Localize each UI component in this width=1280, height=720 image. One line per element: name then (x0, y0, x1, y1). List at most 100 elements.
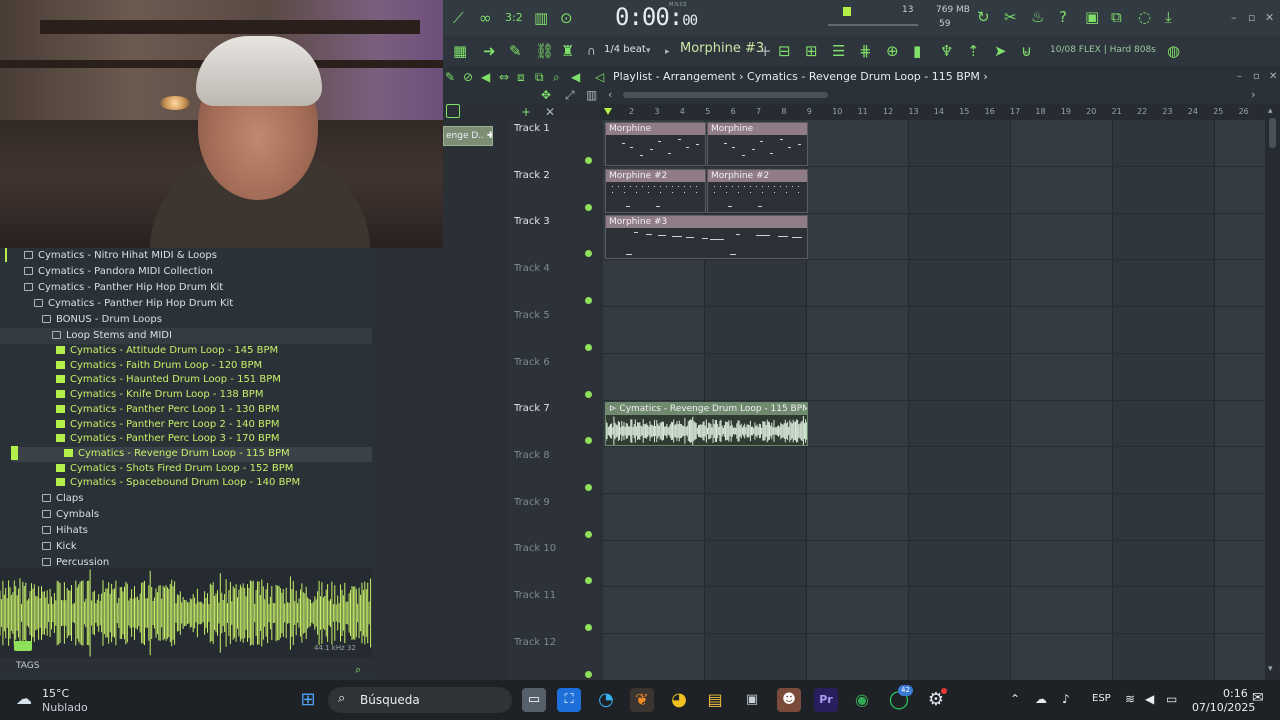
online-icon[interactable]: ◍ (1167, 42, 1180, 60)
track-mute-led[interactable] (585, 343, 592, 351)
browser-file-item[interactable]: Cymatics - Haunted Drum Loop - 151 BPM (0, 373, 372, 388)
browser-file-item[interactable]: Cymatics - Revenge Drum Loop - 115 BPM (12, 446, 372, 462)
touch-keyboard-icon[interactable]: ⇡ (967, 42, 980, 60)
edge-icon[interactable]: ◔ (594, 688, 618, 712)
blend-notes-icon[interactable]: ▥ (534, 9, 548, 27)
avatar-app-icon[interactable]: ☻ (777, 688, 801, 712)
playlist-icon[interactable]: ☰ (832, 42, 845, 60)
sample-preview[interactable]: 44.1 kHz 32 (0, 568, 372, 658)
track-mute-led[interactable] (585, 437, 592, 445)
track-name[interactable]: Track 3 (514, 216, 550, 227)
track-mute-led[interactable] (585, 624, 592, 631)
chat-icon[interactable]: ◌ (1138, 8, 1151, 26)
volume-icon[interactable]: ◀ (1145, 692, 1154, 706)
chevron-down-icon[interactable]: ▾ (646, 42, 651, 60)
plugin-picker-icon[interactable]: ♆ (940, 42, 953, 60)
browser-folder-item[interactable]: Cymatics - Nitro Hihat MIDI & Loops (0, 248, 372, 264)
mic-icon[interactable]: ♪ (1062, 692, 1070, 706)
browser-file-item[interactable]: Cymatics - Knife Drum Loop - 138 BPM (0, 388, 372, 403)
tags-label[interactable]: TAGS (16, 661, 39, 671)
preview-play-icon[interactable] (14, 641, 32, 651)
cloud-sync-icon[interactable]: ☁ (1035, 692, 1047, 706)
chevron-up-icon[interactable]: ⌃ (1010, 692, 1020, 706)
timeline-ruler[interactable]: 2 3 4 5 6 7 8 9 10 11 12 13 14 15 16 17 18 19 20 21 22 23 24 25… (600, 104, 1265, 120)
track-name[interactable]: Track 4 (514, 263, 550, 274)
track-name[interactable]: Track 2 (514, 170, 550, 181)
step-edit-icon[interactable]: ⊙ (560, 9, 573, 27)
paint-tool-icon[interactable]: ✎ (445, 68, 455, 86)
language-indicator[interactable]: ESP (1092, 693, 1111, 704)
slice-tool-icon[interactable]: ⧉ (535, 68, 544, 86)
track-name[interactable]: Track 8 (514, 450, 550, 461)
maximize-icon[interactable]: ▫ (1248, 9, 1255, 27)
browser-folder-item[interactable]: Cymatics - Panther Hip Hop Drum Kit (0, 296, 372, 312)
pattern-clip[interactable]: Morphine (605, 122, 706, 166)
browser-folder-item[interactable]: Cymatics - Panther Hip Hop Drum Kit (0, 280, 372, 296)
windows-start-icon[interactable]: ⊞ (296, 688, 320, 712)
playlist-maximize-icon[interactable]: ▫ (1253, 68, 1260, 86)
undo-icon[interactable]: ↻ (977, 8, 990, 26)
browser-search-icon[interactable]: ⌕ (355, 661, 361, 679)
clock-date[interactable]: 07/10/2025 (1192, 701, 1255, 714)
piano-roll-icon[interactable]: ⋕ (859, 42, 872, 60)
cpu-icon[interactable]: ➤ (994, 42, 1007, 60)
help-icon[interactable]: ? (1059, 8, 1067, 26)
magnet-icon[interactable]: ∩ (587, 42, 596, 60)
browser-folder-item[interactable]: Hihats (0, 523, 372, 539)
browser-folder-item[interactable]: Loop Stems and MIDI (0, 328, 372, 344)
track-mute-led[interactable] (585, 577, 592, 585)
countdown-icon[interactable]: 3:2 (505, 9, 523, 27)
file-explorer-icon[interactable]: ▤ (703, 688, 727, 712)
record-loop-icon[interactable]: ∞ (479, 9, 492, 27)
zoom-tool-icon[interactable]: ⌕ (553, 68, 560, 86)
fl-studio-icon[interactable]: ❦ (630, 688, 654, 712)
pattern-clip[interactable]: Morphine #2 (707, 169, 808, 213)
metronome-icon[interactable]: ⟋ (453, 9, 464, 27)
wifi-icon[interactable]: ≋ (1125, 692, 1135, 706)
add-track-icon[interactable]: + (521, 103, 531, 121)
select-tool-icon[interactable]: ⧈ (517, 68, 525, 86)
notifications-icon[interactable]: ✉ (1252, 690, 1264, 706)
track-mute-led[interactable] (585, 250, 592, 258)
picker-toggle-icon[interactable] (446, 104, 460, 118)
microphone-icon[interactable]: ♨ (1031, 8, 1044, 26)
vertical-scroll-thumb[interactable] (1269, 118, 1276, 148)
tools-icon[interactable]: ✂ (1004, 8, 1017, 26)
track-mute-led[interactable] (585, 483, 592, 491)
link-icon[interactable]: ⛓ (535, 42, 554, 60)
plugin-icon[interactable]: ⧉ (1111, 8, 1122, 26)
pattern-prev-icon[interactable]: ▸ (665, 43, 670, 61)
browser-file-item[interactable]: Cymatics - Attitude Drum Loop - 145 BPM (0, 344, 372, 359)
playback-tool-icon[interactable]: ◀ (571, 68, 580, 86)
playlist-close-icon[interactable]: ✕ (1269, 68, 1277, 86)
pattern-selector[interactable]: Morphine #3 (680, 41, 764, 56)
clock-time[interactable]: 0:16 (1223, 687, 1248, 700)
slip-tool-icon[interactable]: ⇔ (499, 68, 509, 86)
scroll-down-icon[interactable]: ▾ (1268, 664, 1273, 674)
browser-icon[interactable]: ⊕ (886, 42, 899, 60)
weather-condition[interactable]: Nublado (42, 701, 88, 714)
track-mute-led[interactable] (585, 670, 592, 678)
pencil-icon[interactable]: ✎ (509, 42, 522, 60)
scroll-left-icon[interactable]: ‹ (608, 86, 612, 104)
track-name[interactable]: Track 1 (514, 123, 550, 134)
track-name[interactable]: Track 10 (514, 543, 556, 554)
scroll-right-icon[interactable]: › (1251, 86, 1255, 104)
cloud-icon[interactable]: ☁ (16, 689, 32, 708)
taskbar-search[interactable]: ⌕ Búsqueda (328, 687, 512, 713)
track-name[interactable]: Track 12 (514, 637, 556, 648)
cart-icon[interactable]: ⊌ (1021, 42, 1032, 60)
store-icon[interactable]: ⛶ (557, 688, 581, 712)
track-name[interactable]: Track 11 (514, 590, 556, 601)
close-icon[interactable]: ✕ (1265, 9, 1274, 27)
weather-temp[interactable]: 15°C (42, 687, 69, 700)
inbox-icon[interactable]: ▣ (740, 688, 764, 712)
piano-icon[interactable]: ▦ (453, 42, 467, 60)
premiere-icon[interactable]: Pr (814, 688, 838, 712)
save-icon[interactable]: ▣ (1085, 8, 1099, 26)
chrome-icon[interactable]: ◕ (667, 688, 691, 712)
track-mute-led[interactable] (585, 203, 592, 211)
browser-folder-item[interactable]: Cymbals (0, 507, 372, 523)
vertical-scrollbar[interactable]: ▴ ▾ (1265, 104, 1280, 680)
playhead-marker[interactable] (604, 108, 612, 115)
